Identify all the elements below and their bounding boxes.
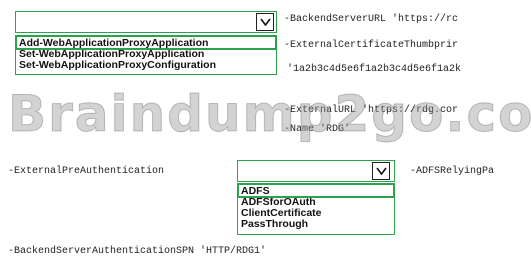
backend-spn-line: -BackendServerAuthenticationSPN 'HTTP/RD… — [8, 246, 267, 257]
option-passthrough[interactable]: PassThrough — [238, 219, 394, 230]
chevron-down-icon[interactable] — [372, 162, 390, 180]
option-set-webapplicationproxyconfiguration[interactable]: Set-WebApplicationProxyConfiguration — [16, 60, 276, 71]
cmdlet-options-list: Add-WebApplicationProxyApplication Set-W… — [15, 35, 277, 75]
external-cert-thumbprint-line: -ExternalCertificateThumbprir — [284, 40, 459, 51]
name-line: -Name 'RDG' — [284, 124, 351, 135]
preauth-options-list: ADFS ADFSforOAuth ClientCertificate Pass… — [237, 183, 395, 235]
adfs-relying-party-line: -ADFSRelyingPa — [410, 166, 495, 177]
external-url-line: -ExternalURL 'https://rdg.cor — [284, 105, 459, 116]
cmdlet-dropdown[interactable] — [15, 11, 277, 33]
chevron-down-icon[interactable] — [256, 13, 274, 31]
external-preauth-label: -ExternalPreAuthentication — [8, 166, 165, 177]
backend-server-url-line: -BackendServerURL 'https://rc — [284, 14, 459, 25]
thumbprint-value-line: '1a2b3c4d5e6f1a2b3c4d5e6f1a2k — [287, 64, 462, 75]
